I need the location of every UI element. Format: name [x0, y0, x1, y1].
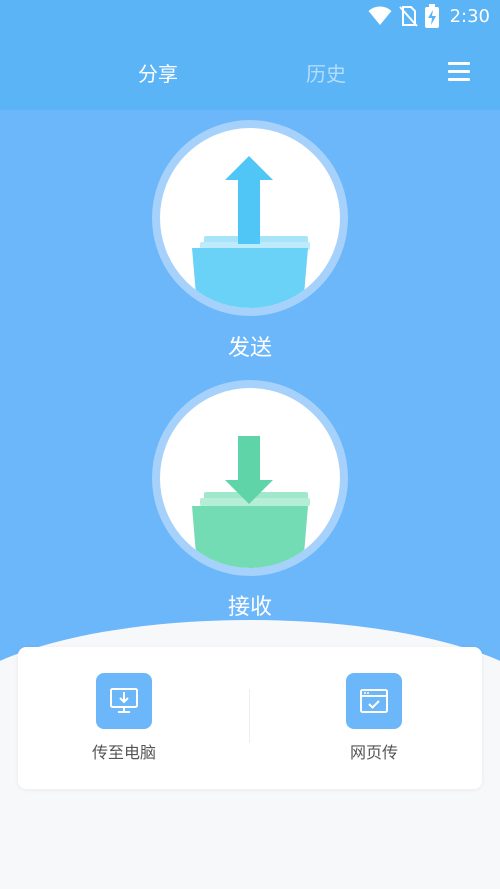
card-icon-bg [346, 673, 402, 729]
tab-history[interactable]: 历史 [306, 58, 346, 87]
upload-tray-icon [192, 156, 310, 308]
battery-charging-icon [424, 4, 439, 28]
receive-label: 接收 [227, 595, 272, 620]
send-button[interactable] [152, 120, 348, 316]
card-divider [249, 689, 250, 743]
computer-download-icon [110, 688, 138, 713]
no-sim-icon [398, 6, 418, 27]
web-transfer-label: 网页传 [349, 743, 398, 762]
wifi-icon [368, 6, 392, 25]
status-time: 2:30 [449, 5, 490, 27]
download-tray-icon [192, 436, 310, 568]
hamburger-menu-icon[interactable] [448, 62, 470, 82]
card-icon-bg [96, 673, 152, 729]
receive-button[interactable] [152, 380, 348, 576]
status-bar: 2:30 [0, 0, 500, 34]
send-to-pc-button[interactable]: 传至电脑 [44, 673, 204, 773]
tab-share[interactable]: 分享 [138, 58, 178, 87]
tools-card: 传至电脑 网页传 [18, 647, 482, 789]
send-to-pc-label: 传至电脑 [91, 743, 156, 762]
browser-check-icon [360, 689, 388, 713]
send-label: 发送 [227, 336, 272, 361]
web-transfer-button[interactable]: 网页传 [294, 673, 454, 773]
